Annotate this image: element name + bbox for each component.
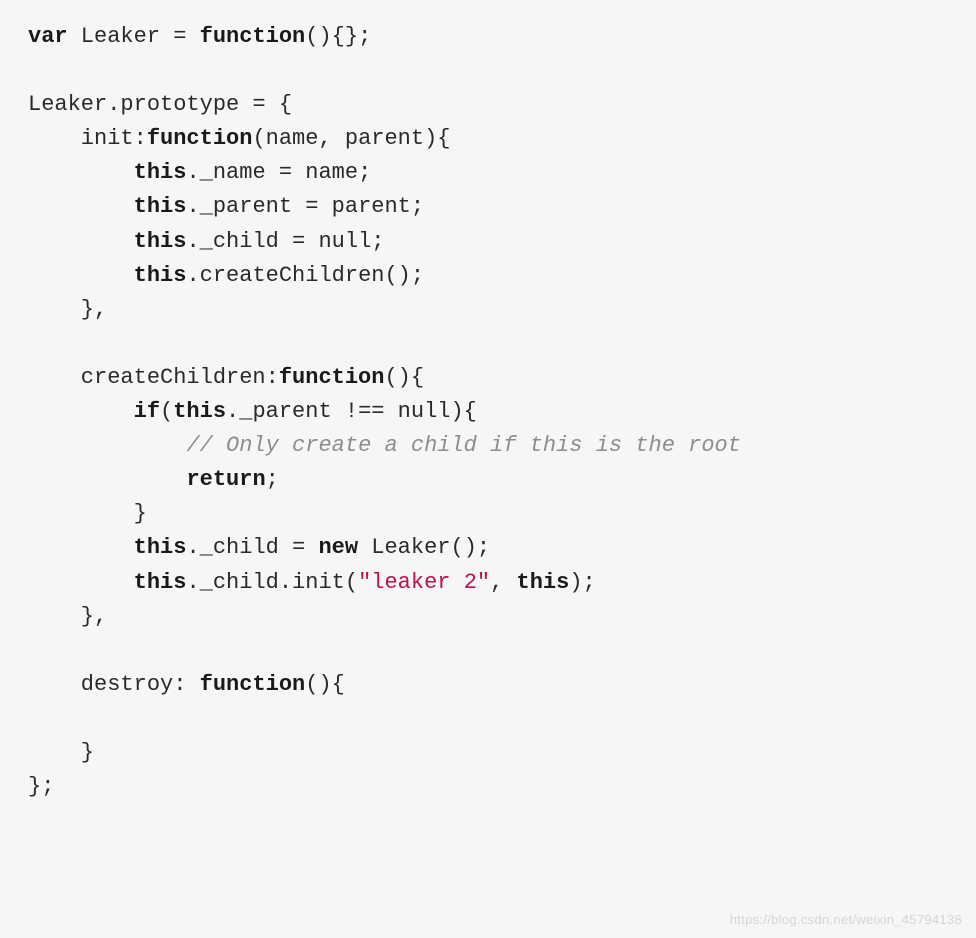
code-text [28, 467, 186, 492]
code-text [28, 263, 134, 288]
code-text: ._parent = parent; [186, 194, 424, 219]
code-text [28, 535, 134, 560]
code-line: destroy: function(){ [28, 668, 948, 702]
string-literal: "leaker 2" [358, 570, 490, 595]
keyword-this: this [134, 229, 187, 254]
code-text: ._parent !== null){ [226, 399, 477, 424]
keyword-this: this [134, 160, 187, 185]
code-text: ( [160, 399, 173, 424]
code-line [28, 634, 948, 668]
code-line: this._parent = parent; [28, 190, 948, 224]
code-line [28, 702, 948, 736]
keyword-this: this [173, 399, 226, 424]
code-text [28, 194, 134, 219]
comment: // Only create a child if this is the ro… [186, 433, 741, 458]
keyword-new: new [318, 535, 358, 560]
keyword-function: function [279, 365, 385, 390]
keyword-this: this [134, 535, 187, 560]
keyword-this: this [134, 263, 187, 288]
keyword-return: return [186, 467, 265, 492]
keyword-this: this [517, 570, 570, 595]
code-text: (){ [384, 365, 424, 390]
code-block: var Leaker = function(){}; Leaker.protot… [28, 20, 948, 804]
code-text: ; [266, 467, 279, 492]
code-line: this._name = name; [28, 156, 948, 190]
keyword-function: function [200, 672, 306, 697]
code-text: ); [569, 570, 595, 595]
code-text: (){}; [305, 24, 371, 49]
code-text: destroy: [28, 672, 200, 697]
watermark: https://blog.csdn.net/weixin_45794138 [730, 910, 962, 930]
code-line: // Only create a child if this is the ro… [28, 429, 948, 463]
code-text: }, [28, 297, 107, 322]
code-text: ._name = name; [186, 160, 371, 185]
code-line: this._child.init("leaker 2", this); [28, 566, 948, 600]
code-line: return; [28, 463, 948, 497]
code-text: }, [28, 604, 107, 629]
code-text: ._child.init( [186, 570, 358, 595]
code-text: (name, parent){ [252, 126, 450, 151]
code-text [28, 160, 134, 185]
code-line [28, 54, 948, 88]
code-text: .createChildren(); [186, 263, 424, 288]
code-text [28, 229, 134, 254]
keyword-this: this [134, 570, 187, 595]
code-text: } [28, 740, 94, 765]
code-line: this._child = new Leaker(); [28, 531, 948, 565]
code-text: Leaker.prototype = { [28, 92, 292, 117]
code-text: }; [28, 774, 54, 799]
code-line: }, [28, 600, 948, 634]
code-line: Leaker.prototype = { [28, 88, 948, 122]
code-line: createChildren:function(){ [28, 361, 948, 395]
keyword-function: function [200, 24, 306, 49]
code-line: }, [28, 293, 948, 327]
code-text: ._child = null; [186, 229, 384, 254]
keyword-var: var [28, 24, 68, 49]
code-text: createChildren: [28, 365, 279, 390]
code-line: if(this._parent !== null){ [28, 395, 948, 429]
code-line: } [28, 497, 948, 531]
keyword-function: function [147, 126, 253, 151]
code-text: (){ [305, 672, 345, 697]
code-line: }; [28, 770, 948, 804]
code-text: ._child = [186, 535, 318, 560]
code-line: var Leaker = function(){}; [28, 20, 948, 54]
code-line: this.createChildren(); [28, 259, 948, 293]
code-text [28, 570, 134, 595]
code-line: this._child = null; [28, 225, 948, 259]
code-line: init:function(name, parent){ [28, 122, 948, 156]
code-text [28, 433, 186, 458]
code-line [28, 327, 948, 361]
keyword-this: this [134, 194, 187, 219]
keyword-if: if [134, 399, 160, 424]
code-line: } [28, 736, 948, 770]
code-text [28, 399, 134, 424]
code-text: Leaker(); [358, 535, 490, 560]
code-text: , [490, 570, 516, 595]
code-text: init: [28, 126, 147, 151]
code-text: Leaker = [68, 24, 200, 49]
code-text: } [28, 501, 147, 526]
